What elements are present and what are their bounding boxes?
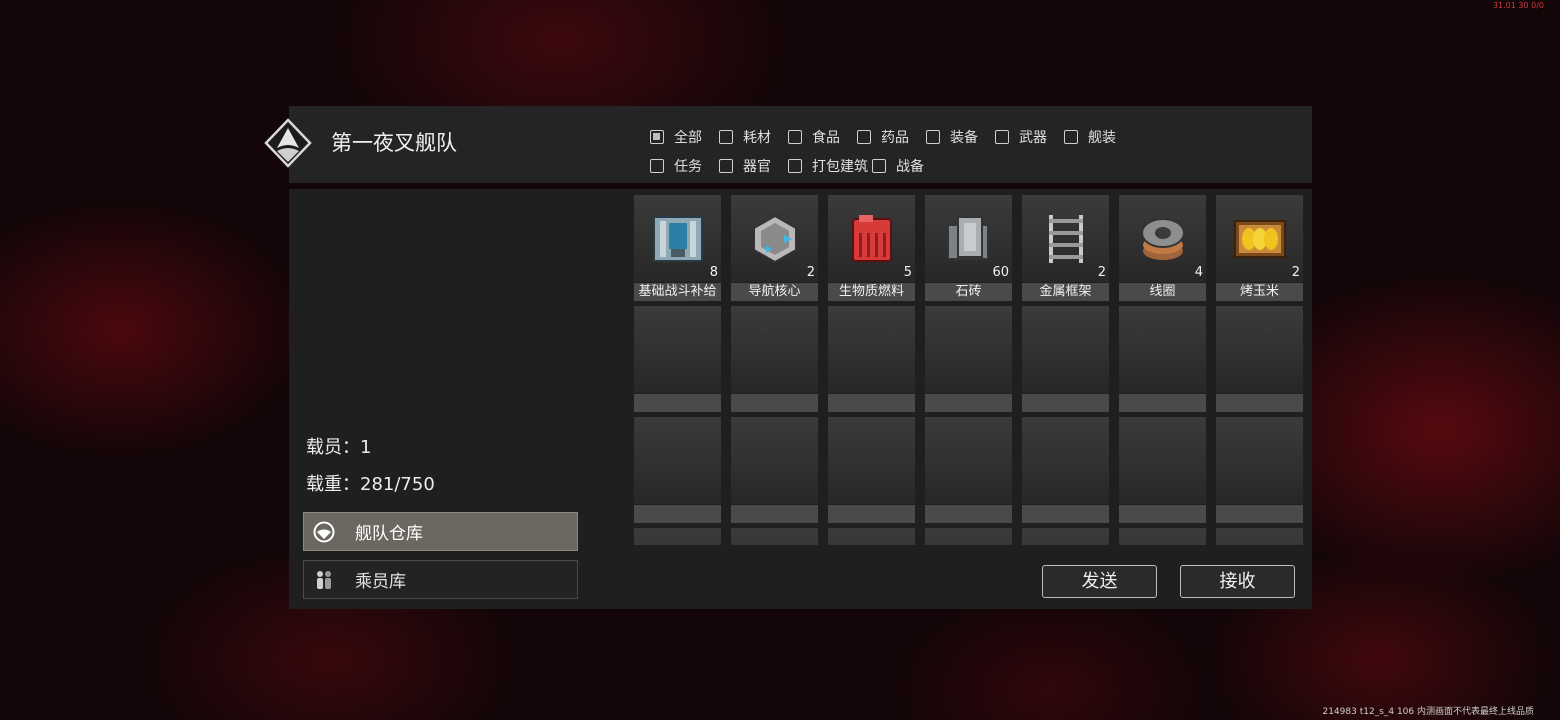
checkbox-icon bbox=[788, 129, 802, 144]
metal-frame-icon bbox=[1049, 215, 1083, 263]
item-name: 金属框架 bbox=[1022, 283, 1109, 301]
filter-weapons[interactable]: 武器 bbox=[995, 127, 1047, 147]
item-name: 导航核心 bbox=[731, 283, 818, 301]
filter-label: 任务 bbox=[674, 158, 702, 175]
checkbox-icon bbox=[1064, 129, 1078, 144]
checkbox-icon bbox=[719, 158, 733, 173]
filter-organs[interactable]: 器官 bbox=[719, 156, 771, 176]
fleet-emblem-icon bbox=[264, 118, 312, 168]
fleet-emblem-icon bbox=[313, 521, 335, 542]
item-name: 烤玉米 bbox=[1216, 283, 1303, 301]
filter-ship-gear[interactable]: 舰装 bbox=[1064, 127, 1116, 147]
inventory-grid: 8 基础战斗补给 2 导航核心 5 生物质燃料 60 石砖 2 金属框架 4 线… bbox=[634, 195, 1304, 545]
supply-crate-icon bbox=[653, 216, 703, 262]
item-count: 2 bbox=[1097, 265, 1106, 280]
build-watermark: 214983 t12_s_4 106 内测画面不代表最终上线品质 bbox=[1322, 707, 1534, 717]
fleet-title: 第一夜叉舰队 bbox=[331, 131, 457, 155]
item-name: 基础战斗补给 bbox=[634, 283, 721, 301]
filter-label: 全部 bbox=[674, 129, 702, 146]
filter-row-2: 任务 器官 打包建筑 战备 bbox=[650, 151, 1210, 180]
filter-label: 食品 bbox=[812, 129, 840, 146]
receive-button[interactable]: 接收 bbox=[1180, 565, 1295, 598]
checkbox-icon bbox=[995, 129, 1009, 144]
crew-storage-button[interactable]: 乘员库 bbox=[303, 560, 578, 599]
checkbox-checked-icon bbox=[650, 129, 664, 144]
item-name: 石砖 bbox=[925, 283, 1012, 301]
checkbox-icon bbox=[650, 158, 664, 173]
nav-core-icon bbox=[753, 214, 797, 264]
crew-storage-label: 乘员库 bbox=[355, 572, 406, 592]
filter-label: 耗材 bbox=[743, 129, 771, 146]
filter-quest[interactable]: 任务 bbox=[650, 156, 702, 176]
coil-icon bbox=[1141, 218, 1185, 260]
item-count: 60 bbox=[992, 265, 1009, 280]
checkbox-icon bbox=[788, 158, 802, 173]
roasted-corn-icon bbox=[1234, 220, 1286, 258]
filter-all[interactable]: 全部 bbox=[650, 127, 702, 147]
item-count: 2 bbox=[806, 265, 815, 280]
filter-label: 装备 bbox=[950, 129, 978, 146]
crew-count: 载员：1 bbox=[306, 437, 372, 458]
filter-label: 舰装 bbox=[1088, 129, 1116, 146]
filter-medicine[interactable]: 药品 bbox=[857, 127, 909, 147]
filter-label: 药品 bbox=[881, 129, 909, 146]
filter-war-prep[interactable]: 战备 bbox=[872, 156, 924, 176]
item-name: 线圈 bbox=[1119, 283, 1206, 301]
checkbox-icon bbox=[719, 129, 733, 144]
checkbox-icon bbox=[872, 158, 886, 173]
category-filters: 全部 耗材 食品 药品 装备 武器 舰装 任务 器官 打包建筑 战备 bbox=[650, 122, 1210, 180]
fleet-storage-label: 舰队仓库 bbox=[355, 524, 423, 544]
checkbox-icon bbox=[857, 129, 871, 144]
filter-label: 打包建筑 bbox=[812, 158, 868, 175]
send-button[interactable]: 发送 bbox=[1042, 565, 1157, 598]
stone-brick-icon bbox=[947, 216, 989, 260]
item-count: 2 bbox=[1291, 265, 1300, 280]
filter-equipment[interactable]: 装备 bbox=[926, 127, 978, 147]
filter-label: 战备 bbox=[896, 158, 924, 175]
filter-consumables[interactable]: 耗材 bbox=[719, 127, 771, 147]
filter-label: 器官 bbox=[743, 158, 771, 175]
filter-packed-buildings[interactable]: 打包建筑 bbox=[788, 156, 868, 176]
item-count: 8 bbox=[709, 265, 718, 280]
debug-readout: 31.01 30 0/0 bbox=[1492, 1, 1544, 10]
fleet-storage-button[interactable]: 舰队仓库 bbox=[303, 512, 578, 551]
item-name: 生物质燃料 bbox=[828, 283, 915, 301]
load-capacity: 载重：281/750 bbox=[306, 474, 435, 495]
crew-icon bbox=[317, 570, 331, 589]
filter-label: 武器 bbox=[1019, 129, 1047, 146]
fuel-canister-icon bbox=[852, 215, 892, 262]
filter-food[interactable]: 食品 bbox=[788, 127, 840, 147]
checkbox-icon bbox=[926, 129, 940, 144]
item-count: 4 bbox=[1194, 265, 1203, 280]
item-count: 5 bbox=[903, 265, 912, 280]
filter-row-1: 全部 耗材 食品 药品 装备 武器 舰装 bbox=[650, 122, 1210, 151]
